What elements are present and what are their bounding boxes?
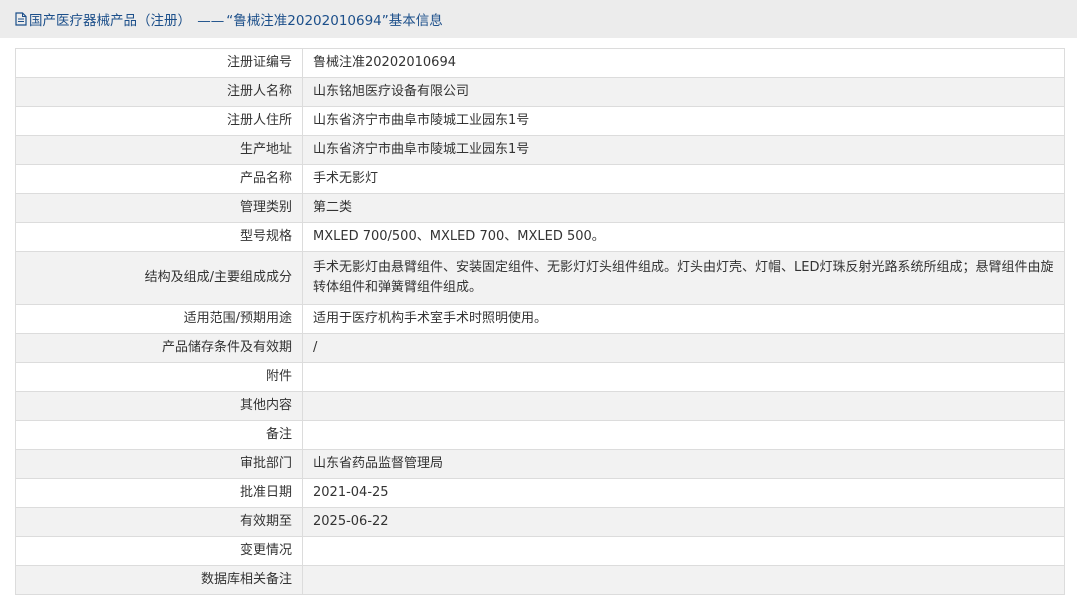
- table-row: 产品储存条件及有效期 /: [15, 333, 1065, 363]
- row-value: 山东铭旭医疗设备有限公司: [302, 77, 1065, 107]
- row-value: 手术无影灯由悬臂组件、安装固定组件、无影灯灯头组件组成。灯头由灯壳、灯帽、LED…: [302, 251, 1065, 305]
- table-row: 批准日期 2021-04-25: [15, 478, 1065, 508]
- table-row: 管理类别 第二类: [15, 193, 1065, 223]
- table-row: 数据库相关备注: [15, 565, 1065, 595]
- table-row: 变更情况: [15, 536, 1065, 566]
- row-label: 型号规格: [15, 222, 303, 252]
- table-row: 备注: [15, 420, 1065, 450]
- row-value: 2025-06-22: [302, 507, 1065, 537]
- row-value: MXLED 700/500、MXLED 700、MXLED 500。: [302, 222, 1065, 252]
- row-value: 第二类: [302, 193, 1065, 223]
- row-label: 注册证编号: [15, 48, 303, 78]
- row-label: 管理类别: [15, 193, 303, 223]
- row-value: [302, 536, 1065, 566]
- row-value: /: [302, 333, 1065, 363]
- table-row: 注册人住所 山东省济宁市曲阜市陵城工业园东1号: [15, 106, 1065, 136]
- table-row: 其他内容: [15, 391, 1065, 421]
- row-label: 附件: [15, 362, 303, 392]
- table-row: 附件: [15, 362, 1065, 392]
- row-label: 注册人住所: [15, 106, 303, 136]
- row-label: 产品储存条件及有效期: [15, 333, 303, 363]
- row-value: 2021-04-25: [302, 478, 1065, 508]
- table-row: 注册证编号 鲁械注准20202010694: [15, 48, 1065, 78]
- row-value: [302, 362, 1065, 392]
- document-icon: [15, 12, 27, 26]
- title-registration-number: “鲁械注准20202010694”: [226, 13, 389, 29]
- row-label: 审批部门: [15, 449, 303, 479]
- title-category: 国产医疗器械产品（注册）: [29, 13, 191, 29]
- row-label: 其他内容: [15, 391, 303, 421]
- row-label: 变更情况: [15, 536, 303, 566]
- row-value: [302, 420, 1065, 450]
- table-row: 有效期至 2025-06-22: [15, 507, 1065, 537]
- page-header: 国产医疗器械产品（注册） —— “鲁械注准20202010694”基本信息: [0, 0, 1077, 38]
- row-label: 数据库相关备注: [15, 565, 303, 595]
- table-row: 产品名称 手术无影灯: [15, 164, 1065, 194]
- row-label: 批准日期: [15, 478, 303, 508]
- title-separator: ——: [197, 13, 225, 29]
- row-label: 适用范围/预期用途: [15, 304, 303, 334]
- product-info-table: 注册证编号 鲁械注准20202010694 注册人名称 山东铭旭医疗设备有限公司…: [15, 48, 1065, 595]
- table-row: 型号规格 MXLED 700/500、MXLED 700、MXLED 500。: [15, 222, 1065, 252]
- page-title: 国产医疗器械产品（注册） —— “鲁械注准20202010694”基本信息: [29, 9, 443, 29]
- title-suffix: 基本信息: [388, 13, 443, 29]
- table-row: 审批部门 山东省药品监督管理局: [15, 449, 1065, 479]
- row-label: 备注: [15, 420, 303, 450]
- table-row: 生产地址 山东省济宁市曲阜市陵城工业园东1号: [15, 135, 1065, 165]
- row-label: 结构及组成/主要组成成分: [15, 251, 303, 305]
- row-label: 有效期至: [15, 507, 303, 537]
- row-label: 注册人名称: [15, 77, 303, 107]
- row-label: 生产地址: [15, 135, 303, 165]
- row-value: 手术无影灯: [302, 164, 1065, 194]
- row-value: 山东省济宁市曲阜市陵城工业园东1号: [302, 106, 1065, 136]
- table-row: 适用范围/预期用途 适用于医疗机构手术室手术时照明使用。: [15, 304, 1065, 334]
- table-row: 结构及组成/主要组成成分 手术无影灯由悬臂组件、安装固定组件、无影灯灯头组件组成…: [15, 251, 1065, 305]
- row-value: 适用于医疗机构手术室手术时照明使用。: [302, 304, 1065, 334]
- table-row: 注册人名称 山东铭旭医疗设备有限公司: [15, 77, 1065, 107]
- row-value: 山东省济宁市曲阜市陵城工业园东1号: [302, 135, 1065, 165]
- row-value: 山东省药品监督管理局: [302, 449, 1065, 479]
- row-value: [302, 565, 1065, 595]
- row-value: [302, 391, 1065, 421]
- row-label: 产品名称: [15, 164, 303, 194]
- row-value: 鲁械注准20202010694: [302, 48, 1065, 78]
